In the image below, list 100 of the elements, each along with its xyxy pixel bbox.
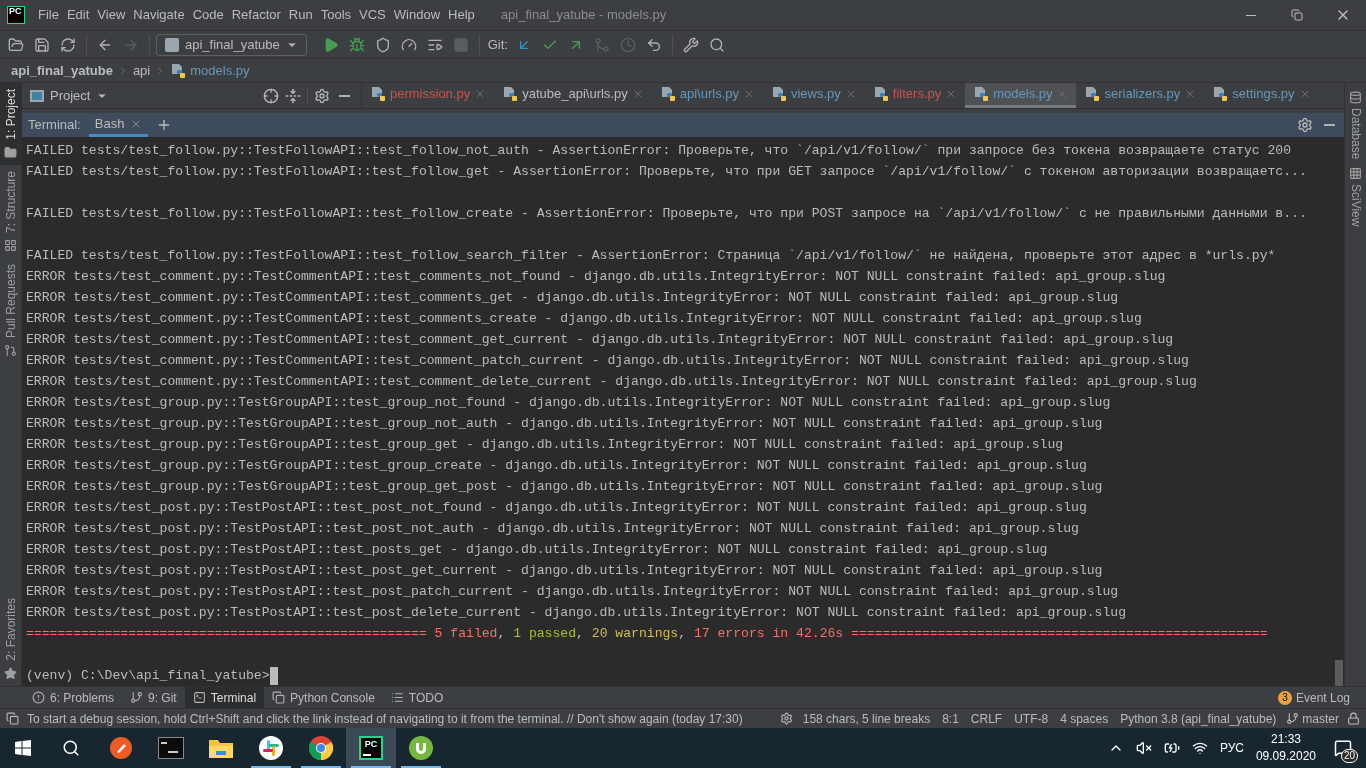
breadcrumb[interactable]: models.py xyxy=(190,60,250,81)
terminal-line: ERROR tests/test_comment.py::TestCommentAPI::test_comments_create - django.db.utils.IntegrityError: NOT NULL constraint failed: api_group.slug xyxy=(26,310,1142,328)
terminal-line: ERROR tests/test_post.py::TestPostAPI::test_post_get_current - django.db.utils.IntegrityError: NOT NULL constraint failed: api_group.slug xyxy=(26,562,1103,580)
coverage-icon[interactable] xyxy=(374,36,391,53)
python-file-icon xyxy=(659,86,676,102)
tool-window-tab[interactable]: 9: Git xyxy=(122,687,185,708)
terminal-line: ERROR tests/test_group.py::TestGroupAPI::test_group_not_auth - django.db.utils.IntegrityError: NOT NULL constraint failed: api_group.slug xyxy=(26,415,1103,433)
python-file-icon xyxy=(170,62,187,79)
gear-icon[interactable] xyxy=(779,712,793,725)
folder-app-icon xyxy=(208,737,234,759)
terminal-line: ERROR tests/test_comment.py::TestCommentAPI::test_comments_get - django.db.utils.IntegrityError: NOT NULL constraint failed: api_group.slug xyxy=(26,289,1119,307)
pycharm-app-icon: PC xyxy=(359,736,383,760)
branch-icon xyxy=(1286,712,1300,725)
menu-item[interactable]: Edit xyxy=(62,5,94,25)
menu-item[interactable]: View xyxy=(93,5,130,25)
locate-icon[interactable] xyxy=(263,87,279,104)
terminal-line: ERROR tests/test_group.py::TestGroupAPI::test_group_not_found - django.db.utils.IntegrityError: NOT NULL constraint failed: api_group.slug xyxy=(26,394,1111,412)
side-tool-tab[interactable]: SciView xyxy=(1346,167,1365,227)
settings-icon[interactable] xyxy=(1297,117,1313,133)
menu-item[interactable]: Tools xyxy=(316,5,356,25)
scrollbar-thumb[interactable] xyxy=(1335,660,1343,686)
todo-icon xyxy=(390,691,404,704)
notification-count: 20 xyxy=(1340,749,1358,763)
project-dropdown[interactable]: Project xyxy=(50,85,109,106)
folder-icon xyxy=(4,145,17,159)
side-tool-tab[interactable]: Pull Requests xyxy=(0,257,21,363)
folder-open-icon[interactable] xyxy=(8,36,24,53)
database-icon xyxy=(1349,91,1362,104)
terminal-line: ERROR tests/test_comment.py::TestCommentAPI::test_comment_patch_current - django.db.utils.IntegrityError: NOT NULL constraint failed: api_group.slug xyxy=(26,352,1189,370)
status-item[interactable]: 4 spaces xyxy=(1058,709,1111,728)
status-item[interactable]: UTF-8 xyxy=(1012,709,1051,728)
tool-window-tab[interactable]: 6: Problems xyxy=(24,687,123,708)
restore-icon[interactable] xyxy=(1291,9,1303,21)
terminal-line: ERROR tests/test_post.py::TestPostAPI::test_post_not_auth - django.db.utils.IntegrityError: NOT NULL constraint failed: api_group.slug xyxy=(26,520,1079,538)
menu-item[interactable]: Window xyxy=(389,5,445,25)
editor-tab[interactable]: serializers.py xyxy=(1076,83,1205,108)
git-branch[interactable]: master xyxy=(1302,709,1339,728)
muted-speaker-icon[interactable] xyxy=(1135,740,1152,756)
editor-tab[interactable]: yatube_api\urls.py xyxy=(494,83,652,108)
menu-item[interactable]: File xyxy=(34,5,63,25)
tool-window-tab[interactable]: TODO xyxy=(382,687,452,708)
save-icon[interactable] xyxy=(34,36,50,53)
console-app-icon xyxy=(158,737,184,759)
terminal-icon xyxy=(192,691,206,704)
settings-icon[interactable] xyxy=(314,87,330,104)
terminal-line: FAILED tests/test_follow.py::TestFollowAPI::test_follow_search_filter - AssertionError: Страница `/api/v1/follow/` не найдена, проверьте этот адрес в *urls.py* xyxy=(26,247,1276,265)
terminal-line: ERROR tests/test_post.py::TestPostAPI::test_post_patch_current - django.db.utils.IntegrityError: NOT NULL constraint failed: api_group.slug xyxy=(26,583,1119,601)
search-icon[interactable] xyxy=(62,739,80,757)
lock-icon[interactable] xyxy=(1347,712,1360,725)
debug-icon[interactable] xyxy=(348,36,365,53)
app-logo: PC xyxy=(7,6,25,24)
menu-item[interactable]: Navigate xyxy=(129,5,189,25)
breadcrumb[interactable]: api_final_yatube xyxy=(11,60,113,81)
status-item[interactable]: 8:1 xyxy=(940,709,961,728)
menu-item[interactable]: Run xyxy=(284,5,317,25)
status-icon[interactable] xyxy=(6,712,19,725)
tool-window-tab[interactable]: Python Console xyxy=(264,687,383,708)
side-tool-tab[interactable]: 1: Project xyxy=(0,83,21,165)
event-log-button[interactable]: 3 Event Log xyxy=(1277,687,1366,708)
side-tool-tab[interactable]: 2: Favorites xyxy=(0,592,21,686)
terminal-line: ERROR tests/test_comment.py::TestCommentAPI::test_comments_not_found - django.db.utils.IntegrityError: NOT NULL constraint failed: api_group.slug xyxy=(26,268,1166,286)
minimize-icon[interactable] xyxy=(1246,14,1256,16)
breadcrumb[interactable]: api xyxy=(132,60,151,81)
battery-icon[interactable] xyxy=(1163,740,1180,756)
python-file-icon xyxy=(1212,86,1229,102)
editor-tab[interactable]: views.py xyxy=(762,83,865,108)
settings-icon[interactable] xyxy=(682,36,699,53)
menu-item[interactable]: Refactor xyxy=(227,5,285,25)
project-view-icon xyxy=(30,89,44,102)
status-item[interactable]: CRLF xyxy=(968,709,1005,728)
wifi-icon[interactable] xyxy=(1191,740,1208,756)
structure-icon xyxy=(4,238,17,252)
tool-window-tab[interactable]: Terminal xyxy=(184,687,265,708)
torrent-app-icon xyxy=(409,736,433,760)
python-file-icon xyxy=(502,86,519,102)
collapse-icon[interactable] xyxy=(285,87,301,104)
problems-icon xyxy=(32,691,45,704)
menu-item[interactable]: Help xyxy=(444,5,479,25)
undo-icon[interactable] xyxy=(645,36,662,53)
status-item[interactable]: 158 chars, 5 line breaks xyxy=(800,709,933,728)
menu-item[interactable]: Code xyxy=(188,5,228,25)
editor-tab[interactable]: api\urls.py xyxy=(651,83,763,108)
keyboard-language[interactable]: РУС xyxy=(1219,739,1244,757)
profile-icon[interactable] xyxy=(400,36,417,53)
editor-tab[interactable]: settings.py xyxy=(1204,83,1319,108)
terminal-line: ERROR tests/test_comment.py::TestCommentAPI::test_comment_delete_current - django.db.utils.IntegrityError: NOT NULL constraint failed: api_group.slug xyxy=(26,373,1197,391)
side-tool-tab[interactable]: 7: Structure xyxy=(0,164,21,258)
test-summary: =================================================== 5 failed, 1 passed, 20 warnings, 17 errors in 42.26s ===================================================== xyxy=(26,625,1268,643)
side-tool-tab[interactable]: Database xyxy=(1346,91,1365,160)
minimize-icon[interactable] xyxy=(339,94,350,97)
terminal-label: Terminal: xyxy=(28,116,81,135)
notification-badge: 3 xyxy=(1277,690,1292,705)
windows-logo-icon xyxy=(15,740,31,756)
menu-item[interactable]: VCS xyxy=(355,5,390,25)
sync-icon[interactable] xyxy=(60,36,76,53)
status-item[interactable]: Python 3.8 (api_final_yatube) xyxy=(1118,709,1279,728)
terminal-line: ERROR tests/test_post.py::TestPostAPI::test_post_delete_current - django.db.utils.IntegrityError: NOT NULL constraint failed: api_group.slug xyxy=(26,604,1127,622)
run-config-dropdown[interactable]: api_final_yatube xyxy=(156,33,307,56)
taskbar-app[interactable]: PC xyxy=(346,728,396,768)
python-file-icon xyxy=(770,86,787,102)
